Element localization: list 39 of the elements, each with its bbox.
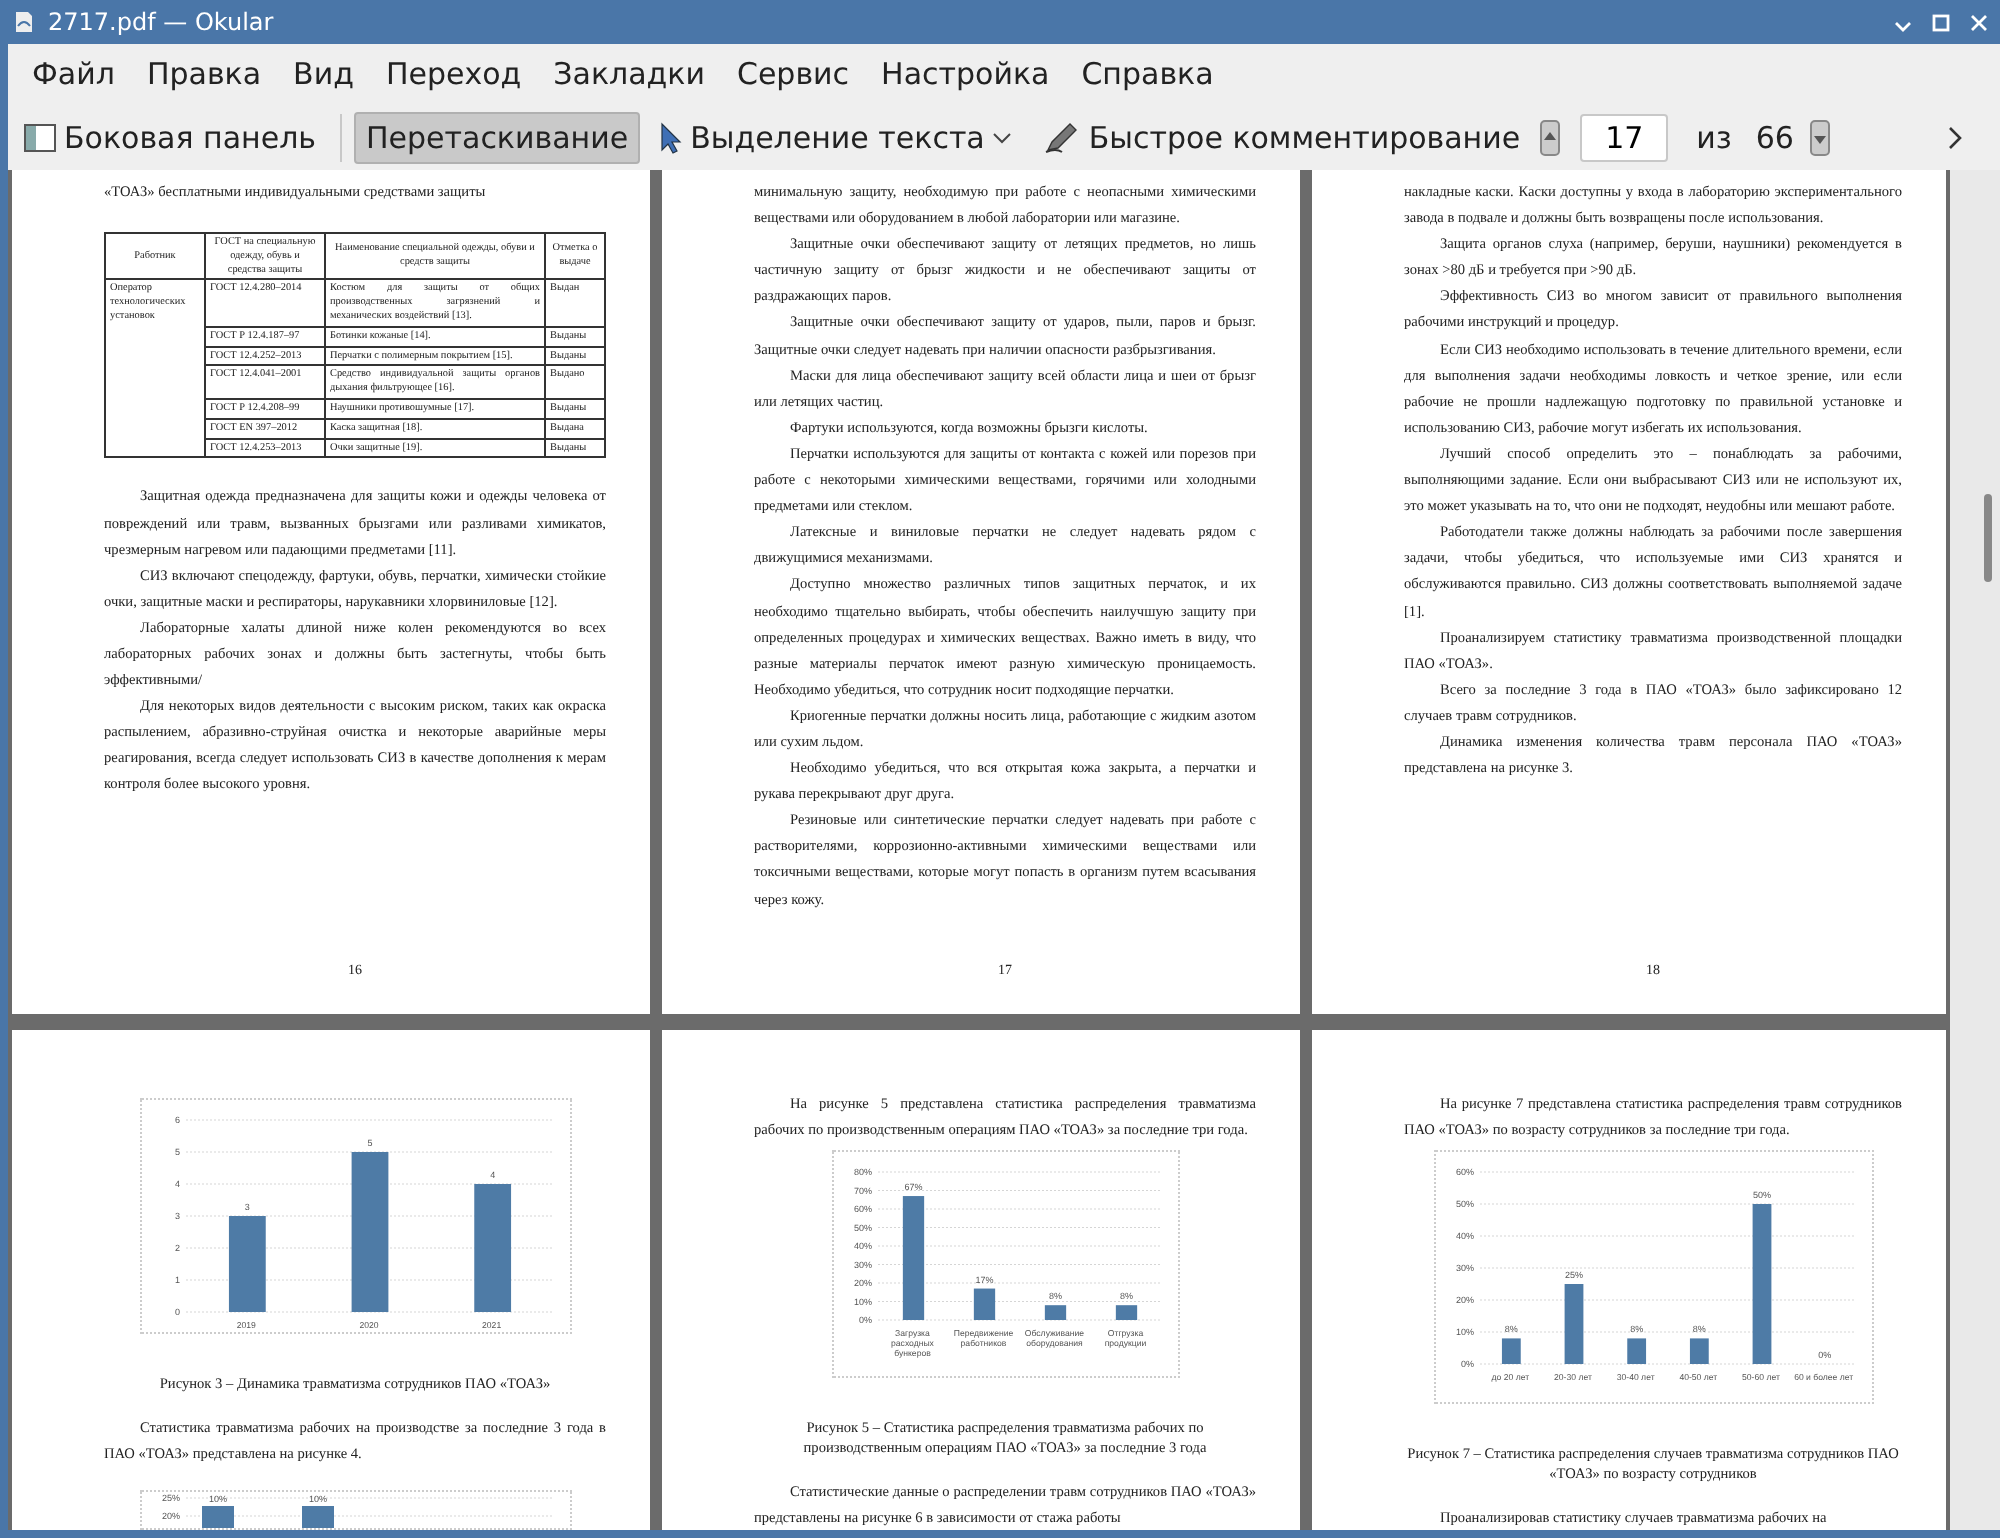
- window-title: 2717.pdf — Okular: [48, 8, 276, 36]
- sidebar-icon: [24, 123, 56, 151]
- chart-bar: [1688, 1338, 1708, 1365]
- page-down-icon[interactable]: [1809, 119, 1830, 155]
- caret-icon: [992, 131, 1013, 143]
- menu-item[interactable]: Файл: [16, 48, 131, 100]
- menu-item[interactable]: Справка: [1065, 48, 1230, 100]
- page-up-icon[interactable]: [1540, 119, 1561, 155]
- chart-bar: [227, 1216, 265, 1312]
- chart-bar: [1500, 1338, 1520, 1365]
- menu-item[interactable]: Переход: [369, 48, 538, 100]
- chart-bar: [901, 1196, 924, 1321]
- toolbar-button[interactable]: Перетаскивание: [354, 111, 641, 163]
- cursor-arrow-icon: [660, 121, 683, 153]
- chart-bar: [473, 1184, 511, 1312]
- of-label: из: [1694, 119, 1734, 155]
- menu-item[interactable]: Правка: [130, 48, 278, 100]
- maximize-icon[interactable]: [1932, 13, 1950, 31]
- toolbar-button[interactable]: Быстрое комментирование: [1032, 111, 1533, 163]
- toolbar-button[interactable]: Выделение текста: [648, 111, 1025, 163]
- app-icon: [12, 10, 36, 34]
- page-number-field[interactable]: 17: [1580, 113, 1669, 161]
- menu-item[interactable]: Настройка: [865, 48, 1066, 100]
- close-icon[interactable]: [1970, 13, 1988, 31]
- scrollbar-thumb[interactable]: [1984, 494, 1992, 582]
- menu-item[interactable]: Вид: [277, 48, 370, 100]
- chart-bar: [1043, 1305, 1066, 1321]
- page-count: 66: [1753, 119, 1796, 155]
- scrollbar[interactable]: [1950, 170, 2000, 1530]
- chart-bar: [1114, 1305, 1137, 1321]
- pen-icon: [1044, 121, 1081, 153]
- toolbar-button[interactable]: Боковая панель: [12, 111, 328, 163]
- chart-bar: [972, 1288, 995, 1321]
- chart-bar: [1626, 1338, 1646, 1365]
- menu-item[interactable]: Сервис: [720, 48, 866, 100]
- chart-bar: [301, 1506, 333, 1528]
- chart-bar: [1563, 1284, 1583, 1365]
- chart-bar: [201, 1506, 233, 1528]
- menu-item[interactable]: Закладки: [537, 48, 721, 100]
